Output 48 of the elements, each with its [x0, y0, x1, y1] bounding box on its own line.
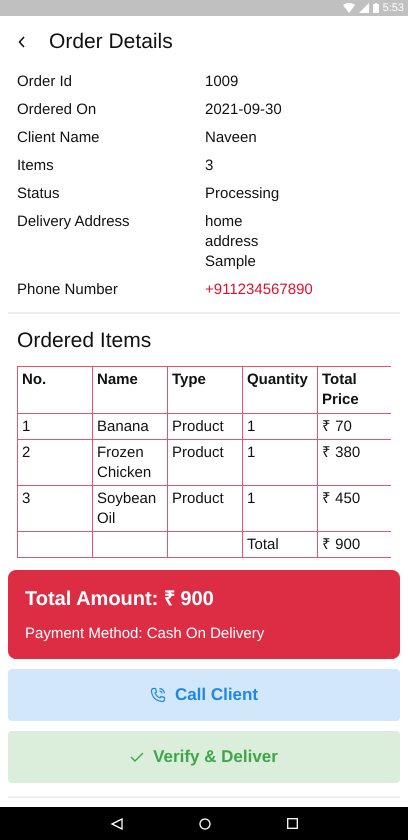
table-cell: Banana — [92, 414, 168, 440]
detail-value: home address Sample — [205, 212, 260, 272]
column-header: No. — [18, 366, 92, 414]
detail-label: Ordered On — [17, 100, 98, 120]
column-header: Total Price — [318, 366, 391, 414]
wifi-icon — [342, 3, 355, 13]
phone-icon — [150, 687, 166, 703]
check-icon — [130, 752, 144, 762]
column-header: Type — [168, 366, 242, 414]
back-nav-icon[interactable] — [110, 818, 122, 830]
table-cell: 1 — [242, 486, 318, 532]
table-cell: 2 — [18, 440, 92, 486]
detail-value: Processing — [205, 184, 280, 204]
detail-value: 1009 — [205, 72, 238, 92]
battery-icon — [372, 3, 379, 13]
table-cell: 1 — [242, 440, 318, 486]
status-time: 5:53 — [382, 0, 404, 16]
detail-label: Client Name — [17, 128, 101, 148]
detail-label: Order Id — [17, 72, 74, 92]
detail-value: 2021-09-30 — [205, 100, 282, 120]
recents-nav-icon[interactable] — [286, 818, 298, 829]
detail-value: 3 — [205, 156, 214, 176]
page-title: Order Details — [49, 29, 173, 56]
section-title: Ordered Items — [16, 328, 152, 354]
table-cell: 3 — [18, 486, 92, 532]
detail-label: Items — [17, 156, 55, 176]
total-amount: Total Amount: ₹ 900 — [25, 587, 215, 612]
table-cell: Total — [242, 532, 318, 558]
detail-label: Delivery Address — [17, 212, 131, 232]
table-cell: Product — [168, 440, 242, 486]
column-header: Name — [92, 366, 168, 414]
payment-method: Payment Method: Cash On Delivery — [25, 624, 266, 644]
back-icon[interactable] — [18, 36, 26, 48]
table-cell: Soybean Oil — [92, 486, 168, 532]
table-cell: Product — [168, 486, 242, 532]
call-button[interactable]: Call Client — [8, 669, 400, 721]
table-cell: 1 — [242, 414, 318, 440]
table-cell: Product — [168, 414, 242, 440]
table-cell: 1 — [18, 414, 92, 440]
signal-icon — [358, 3, 369, 13]
detail-label: Phone Number — [17, 280, 119, 300]
phone-link[interactable]: +911234567890 — [205, 280, 313, 300]
column-header: Quantity — [242, 366, 318, 414]
detail-value: Naveen — [205, 128, 257, 148]
verify-button[interactable]: Verify & Deliver — [8, 731, 400, 783]
home-nav-icon[interactable] — [198, 818, 210, 830]
table-cell: Frozen Chicken — [92, 440, 168, 486]
detail-label: Status — [17, 184, 61, 204]
